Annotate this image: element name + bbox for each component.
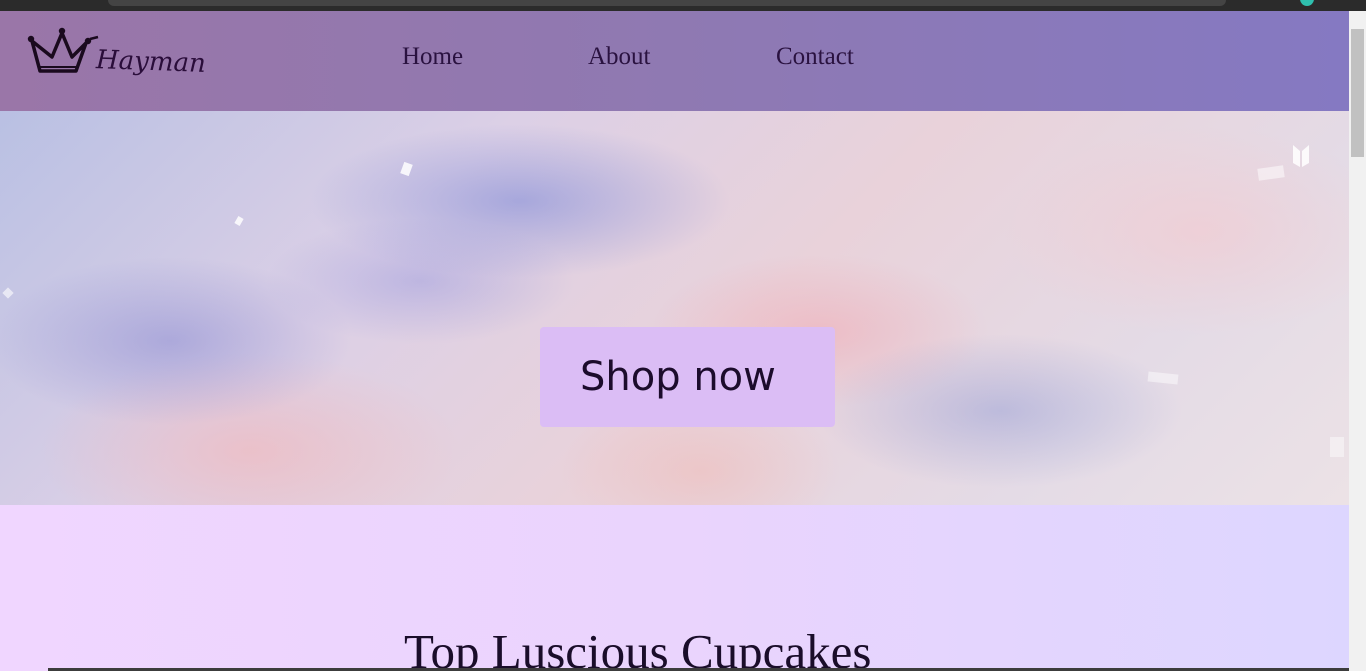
scrollbar[interactable] bbox=[1349, 11, 1366, 671]
scrollbar-thumb[interactable] bbox=[1351, 29, 1364, 157]
nav-link-about[interactable]: About bbox=[588, 43, 651, 71]
shop-now-button[interactable]: Shop now bbox=[540, 327, 835, 427]
extension-icon[interactable] bbox=[1300, 0, 1314, 6]
nav-link-contact[interactable]: Contact bbox=[776, 43, 854, 71]
crown-icon bbox=[27, 27, 99, 73]
cupcakes-section: Top Luscious Cupcakes bbox=[0, 505, 1349, 671]
logo-text: Hayman bbox=[95, 45, 207, 79]
page: Hayman Home About Contact Shop now Top L… bbox=[0, 11, 1349, 671]
hero-speck bbox=[234, 216, 244, 226]
nav-link-home[interactable]: Home bbox=[402, 43, 463, 71]
watermark-icon bbox=[1293, 145, 1309, 167]
hero-speck bbox=[1147, 371, 1179, 385]
section-title: Top Luscious Cupcakes bbox=[404, 624, 872, 671]
browser-top-strip bbox=[0, 0, 1366, 11]
navbar: Hayman Home About Contact bbox=[0, 11, 1349, 111]
hero-speck bbox=[1330, 437, 1344, 457]
hero-speck bbox=[2, 287, 14, 299]
address-bar[interactable] bbox=[108, 0, 1226, 6]
hero-speck bbox=[400, 161, 413, 177]
hero-speck bbox=[1257, 165, 1285, 181]
logo[interactable]: Hayman bbox=[26, 27, 206, 85]
hero-banner: Shop now bbox=[0, 111, 1349, 505]
